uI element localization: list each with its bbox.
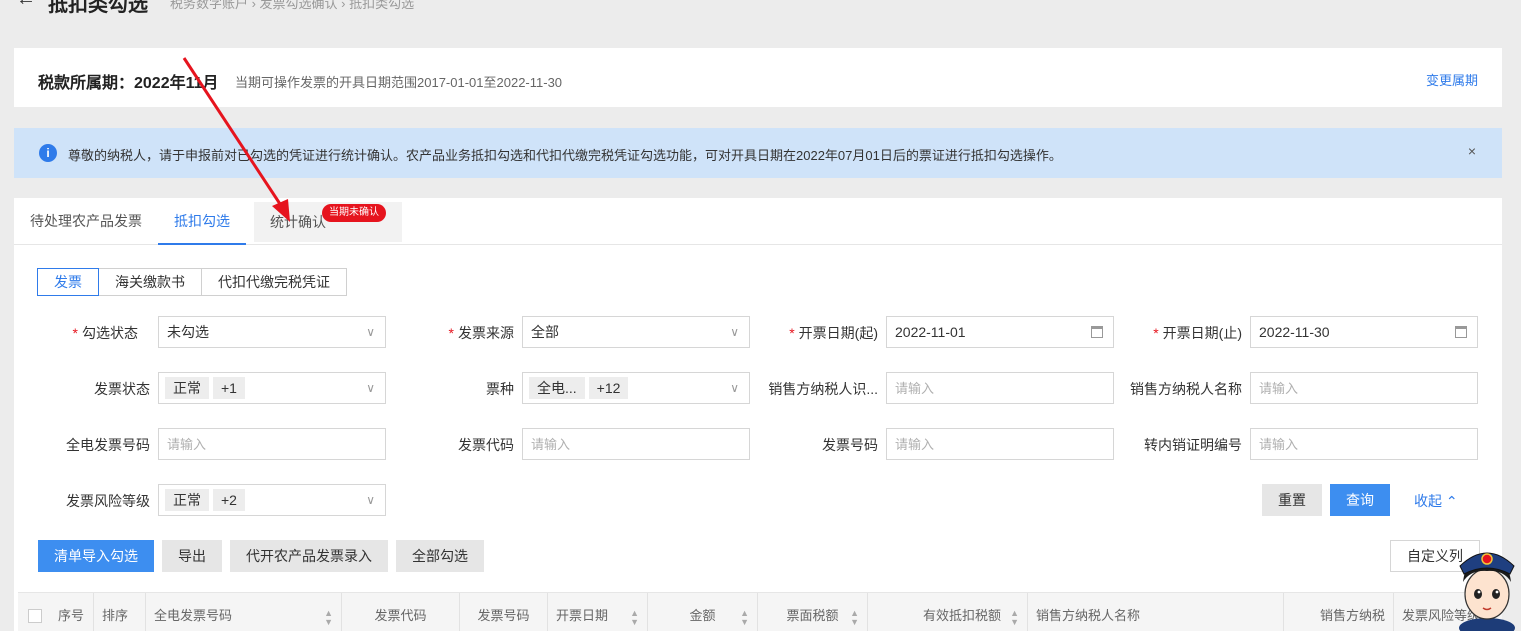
tax-period-label: 税款所属期：2022年11月 <box>38 75 219 92</box>
sort-icon[interactable]: ▲ ▼ <box>850 595 859 627</box>
export-button[interactable]: 导出 <box>162 540 222 572</box>
notice-text: 尊敬的纳税人，请于申报前对已勾选的凭证进行统计确认。农产品业务抵扣勾选和代扣代缴… <box>68 148 1062 163</box>
seller-id-input[interactable]: 请输入 <box>886 372 1114 404</box>
query-button[interactable]: 查询 <box>1330 484 1390 516</box>
change-period-link[interactable]: 变更属期 <box>1426 70 1478 89</box>
risk-level-select[interactable]: 正常 +2 ∨ <box>158 484 386 516</box>
chevron-down-icon: ∨ <box>730 381 739 395</box>
tag: 全电... <box>529 377 585 400</box>
tag-more: +2 <box>213 489 245 512</box>
segment-withholding[interactable]: 代扣代缴完税凭证 <box>201 268 347 296</box>
notice-banner: i 尊敬的纳税人，请于申报前对已勾选的凭证进行统计确认。农产品业务抵扣勾选和代扣… <box>14 128 1502 178</box>
risk-level-label: 发票风险等级 <box>66 493 150 509</box>
full-invoice-no-input[interactable]: 请输入 <box>158 428 386 460</box>
calendar-icon <box>1455 326 1467 338</box>
col-order: 排序 <box>94 593 146 631</box>
invoice-type-select[interactable]: 全电... +12 ∨ <box>522 372 750 404</box>
date-start-picker[interactable]: 2022-11-01 <box>886 316 1114 348</box>
chevron-down-icon: ∨ <box>730 325 739 339</box>
col-seller-tax-id: 销售方纳税 <box>1284 593 1394 631</box>
invoice-code-input[interactable]: 请输入 <box>522 428 750 460</box>
sort-icon[interactable]: ▲ ▼ <box>324 595 333 627</box>
reset-button[interactable]: 重置 <box>1262 484 1322 516</box>
select-status-label: * 勾选状态 <box>72 325 138 341</box>
tag-more: +12 <box>588 377 629 400</box>
tag: 正常 <box>165 489 209 512</box>
invoice-status-select[interactable]: 正常 +1 ∨ <box>158 372 386 404</box>
sort-icon[interactable]: ▲ ▼ <box>740 595 749 627</box>
source-label: * 发票来源 <box>448 325 514 341</box>
tax-period-panel: 税款所属期：2022年11月 当期可操作发票的开具日期范围2017-01-01至… <box>14 48 1502 107</box>
import-select-button[interactable]: 清单导入勾选 <box>38 540 154 572</box>
sort-icon[interactable]: ▲ ▼ <box>630 595 639 627</box>
seller-id-label: 销售方纳税人识... <box>768 381 878 397</box>
col-index: 序号 <box>50 593 94 631</box>
back-arrow-icon[interactable]: ← <box>16 0 36 11</box>
segment-invoice[interactable]: 发票 <box>37 268 99 296</box>
tab-deduct-select[interactable]: 抵扣勾选 <box>158 198 246 245</box>
col-invoice-code: 发票代码 <box>342 593 460 631</box>
breadcrumb: 税务数字账户 › 发票勾选确认 › 抵扣类勾选 <box>170 0 415 11</box>
col-tax-amount[interactable]: 票面税额 ▲ ▼ <box>758 593 868 631</box>
chevron-down-icon: ∨ <box>366 325 375 339</box>
tag-more: +1 <box>213 377 245 400</box>
invoice-no-label: 发票号码 <box>822 437 878 453</box>
close-icon[interactable]: × <box>1468 143 1476 159</box>
full-invoice-no-label: 全电发票号码 <box>66 437 150 453</box>
top-header: ← 抵扣类勾选 税务数字账户 › 发票勾选确认 › 抵扣类勾选 <box>0 0 1521 22</box>
source-dropdown[interactable]: 全部 ∨ <box>522 316 750 348</box>
date-start-label: * 开票日期(起) <box>789 325 878 341</box>
transfer-no-input[interactable]: 请输入 <box>1250 428 1478 460</box>
page-title: 抵扣类勾选 <box>48 0 148 16</box>
invoice-status-label: 发票状态 <box>94 381 150 397</box>
date-range-hint: 当期可操作发票的开具日期范围2017-01-01至2022-11-30 <box>235 75 563 90</box>
col-effective-deduction[interactable]: 有效抵扣税额 ▲ ▼ <box>868 593 1028 631</box>
assistant-mascot-avatar[interactable] <box>1454 544 1520 631</box>
tab-pending-agri[interactable]: 待处理农产品发票 <box>14 198 158 245</box>
chevron-down-icon: ∨ <box>366 381 375 395</box>
tag: 正常 <box>165 377 209 400</box>
date-end-label: * 开票日期(止) <box>1153 325 1242 341</box>
transfer-no-label: 转内销证明编号 <box>1144 437 1242 453</box>
col-amount[interactable]: 金额 ▲ ▼ <box>648 593 758 631</box>
voucher-type-switch: 发票 海关缴款书 代扣代缴完税凭证 <box>37 268 347 296</box>
date-end-picker[interactable]: 2022-11-30 <box>1250 316 1478 348</box>
main-panel: 待处理农产品发票 抵扣勾选 统计确认 当期未确认 发票 海关缴款书 代扣代缴完税… <box>14 198 1502 631</box>
invoice-type-label: 票种 <box>486 381 514 397</box>
chevron-down-icon: ∨ <box>366 493 375 507</box>
col-seller-name: 销售方纳税人名称 <box>1028 593 1284 631</box>
agent-invoice-entry-button[interactable]: 代开农产品发票录入 <box>230 540 388 572</box>
segment-customs[interactable]: 海关缴款书 <box>98 268 202 296</box>
select-status-dropdown[interactable]: 未勾选 ∨ <box>158 316 386 348</box>
col-invoice-no: 发票号码 <box>460 593 548 631</box>
invoice-no-input[interactable]: 请输入 <box>886 428 1114 460</box>
table-header: 序号 排序 全电发票号码 ▲ ▼ 发票代码 发票号码 开票日期 ▲ ▼ 金额 ▲ ▼ 票面税… <box>18 592 1502 631</box>
collapse-link[interactable]: 收起 ⌃ <box>1414 491 1458 511</box>
select-all-button[interactable]: 全部勾选 <box>396 540 484 572</box>
seller-name-label: 销售方纳税人名称 <box>1130 381 1242 397</box>
select-all-checkbox[interactable] <box>28 609 42 623</box>
calendar-icon <box>1091 326 1103 338</box>
invoice-code-label: 发票代码 <box>458 437 514 453</box>
sort-icon[interactable]: ▲ ▼ <box>1010 595 1019 627</box>
info-icon: i <box>39 144 57 162</box>
col-issue-date[interactable]: 开票日期 ▲ ▼ <box>548 593 648 631</box>
tab-bar: 待处理农产品发票 抵扣勾选 统计确认 当期未确认 <box>14 198 1502 245</box>
seller-name-input[interactable]: 请输入 <box>1250 372 1478 404</box>
col-full-invoice-no[interactable]: 全电发票号码 ▲ ▼ <box>146 593 342 631</box>
chevron-up-icon: ⌃ <box>1445 493 1458 509</box>
unconfirmed-badge: 当期未确认 <box>322 204 386 222</box>
